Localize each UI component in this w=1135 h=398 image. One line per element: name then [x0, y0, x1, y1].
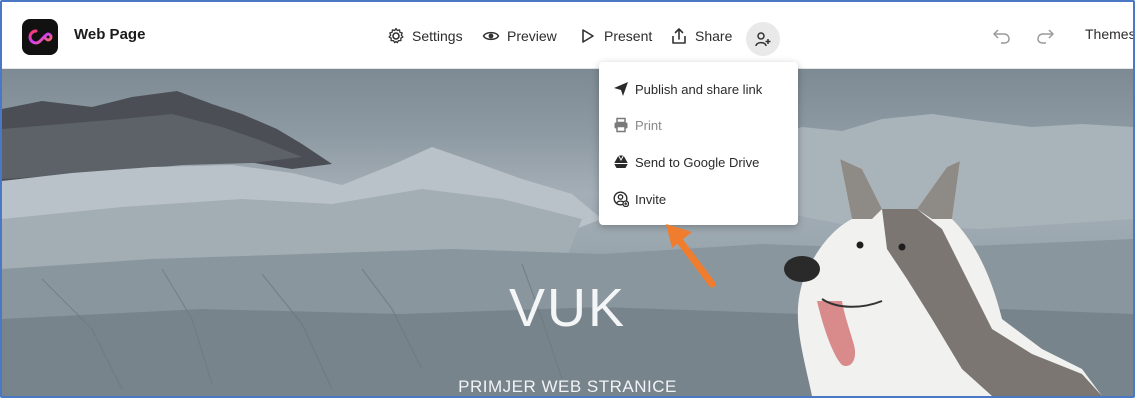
hero-background-image [2, 91, 1133, 396]
eye-icon [482, 31, 500, 41]
redo-icon[interactable] [1035, 27, 1055, 45]
creative-cloud-logo-icon[interactable] [22, 19, 58, 55]
menu-item-send-google-drive[interactable]: Send to Google Drive [613, 152, 759, 172]
hero-title: VUK [508, 278, 627, 338]
paper-plane-icon [614, 82, 628, 96]
app-window: Web Page Settings Preview Present Share … [0, 0, 1135, 398]
menu-item-label: Publish and share link [635, 81, 763, 97]
app-title: Web Page [74, 26, 146, 43]
add-user-icon [755, 32, 771, 47]
preview-label: Preview [507, 28, 557, 44]
themes-button[interactable]: Themes [1085, 26, 1133, 42]
undo-icon[interactable] [992, 27, 1012, 45]
menu-item-print[interactable]: Print [613, 115, 662, 135]
preview-button[interactable]: Preview [482, 25, 557, 47]
menu-item-label: Send to Google Drive [635, 154, 760, 170]
share-dropdown-menu: Publish and share link Print Send to Goo… [599, 62, 798, 225]
printer-icon [614, 117, 628, 133]
menu-item-label: Print [635, 117, 662, 133]
menu-item-publish-share-link[interactable]: Publish and share link [613, 79, 762, 99]
menu-item-invite[interactable]: Invite [613, 189, 666, 209]
share-label: Share [695, 28, 733, 44]
present-button[interactable]: Present [579, 25, 652, 47]
hero-subtitle: PRIMJER WEB STRANICE [458, 377, 677, 396]
share-icon [672, 28, 686, 44]
callout-arrow-icon [666, 224, 716, 288]
hero-banner: VUK PRIMJER WEB STRANICE [2, 69, 1133, 396]
settings-label: Settings [412, 28, 463, 44]
settings-button[interactable]: Settings [387, 25, 463, 47]
invite-user-icon [613, 191, 629, 207]
top-toolbar: Web Page Settings Preview Present Share … [2, 2, 1133, 69]
menu-item-label: Invite [635, 191, 667, 207]
share-button[interactable]: Share [670, 25, 732, 47]
invite-people-button[interactable] [746, 22, 780, 56]
google-drive-icon [614, 155, 628, 168]
gear-icon [388, 27, 404, 44]
present-label: Present [604, 28, 653, 44]
play-icon [582, 29, 594, 43]
